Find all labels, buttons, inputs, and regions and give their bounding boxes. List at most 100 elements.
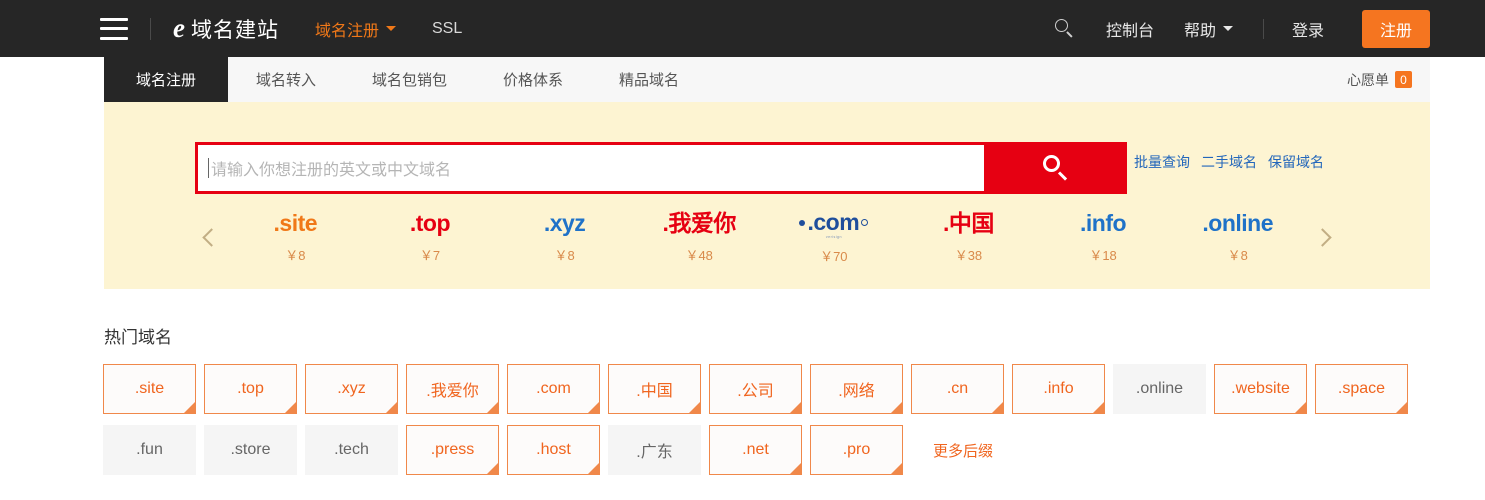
tld-slide-site[interactable]: .site ￥8 (247, 210, 343, 264)
hot-domains-title: 热门域名 (104, 328, 172, 347)
tld-chip-xyz[interactable]: .xyz (305, 364, 398, 414)
tld-chip-net[interactable]: .net (709, 425, 802, 475)
tld-slide-list: .site ￥8 .top ￥7 .xyz ￥8 .我爱你 ￥48 .com v… (228, 202, 1305, 272)
tld-chip-wangluo[interactable]: .网络 (810, 364, 903, 414)
nav-item-ssl[interactable]: SSL (432, 20, 462, 38)
login-label: 登录 (1291, 22, 1324, 40)
tld-price: ￥48 (685, 247, 713, 263)
search-submit-button[interactable] (984, 142, 1127, 194)
search-placeholder: 请输入你想注册的英文或中文域名 (211, 162, 452, 179)
header-divider (150, 17, 151, 40)
tld-name: .info (1080, 210, 1127, 237)
top-header: e 域名建站 域名注册 SSL 控制台 帮助 登录 注册 (0, 0, 1485, 57)
tld-price: ￥8 (554, 247, 575, 263)
text-cursor (208, 158, 209, 178)
domain-search-input[interactable]: 请输入你想注册的英文或中文域名 (195, 142, 984, 194)
domain-search-panel: 请输入你想注册的英文或中文域名 批量查询 二手域名 保留域名 .site ￥8 … (104, 102, 1430, 289)
tld-price: ￥38 (954, 247, 983, 263)
com-logo-icon: .com verisign (799, 209, 869, 239)
header-divider (1262, 18, 1264, 39)
tld-price: ￥7 (419, 247, 441, 263)
tld-price: ￥70 (820, 249, 848, 264)
tab-strip: 域名注册 域名转入 域名包销包 价格体系 精品域名 心愿单 0 (104, 57, 1430, 102)
tld-chip-cn[interactable]: .cn (911, 364, 1004, 414)
tld-name: .我爱你 (662, 210, 736, 237)
header-right-group: 控制台 帮助 登录 注册 (1054, 9, 1430, 48)
search-icon[interactable] (1054, 18, 1076, 40)
tld-chip-pro[interactable]: .pro (810, 425, 903, 475)
com-logo-tail (861, 219, 869, 226)
login-link[interactable]: 登录 (1292, 17, 1324, 41)
tld-slide-online[interactable]: .online ￥8 (1190, 210, 1286, 264)
tld-name: .online (1202, 210, 1273, 237)
tld-chip-guangdong[interactable]: .广东 (608, 425, 701, 475)
com-logo-subtext: verisign (825, 234, 842, 239)
search-row: 请输入你想注册的英文或中文域名 (195, 142, 1127, 194)
used-domains-link[interactable]: 二手域名 (1201, 152, 1257, 172)
nav-item-domain-register[interactable]: 域名注册 (315, 17, 396, 41)
tld-slide-woaini[interactable]: .我爱你 ￥48 (651, 210, 747, 264)
console-link[interactable]: 控制台 (1106, 17, 1154, 41)
search-side-links: 批量查询 二手域名 保留域名 (1134, 152, 1324, 172)
tld-name: .site (273, 210, 318, 237)
console-label: 控制台 (1105, 22, 1154, 40)
hamburger-bar (100, 36, 128, 40)
tld-slide-china[interactable]: .中国 ￥38 (920, 210, 1016, 264)
tld-chip-info[interactable]: .info (1012, 364, 1105, 414)
hamburger-icon[interactable] (100, 17, 128, 40)
tld-slide-xyz[interactable]: .xyz ￥8 (517, 210, 613, 264)
tab-pricing[interactable]: 价格体系 (475, 57, 591, 102)
help-link[interactable]: 帮助 (1184, 17, 1233, 41)
hot-domains-chip-grid: .site .top .xyz .我爱你 .com .中国 .公司 .网络 .c… (103, 364, 1443, 475)
tld-chip-site[interactable]: .site (103, 364, 196, 414)
reserved-domains-link[interactable]: 保留域名 (1268, 152, 1324, 172)
more-suffixes-link[interactable]: 更多后缀 (933, 425, 993, 475)
tld-chip-online[interactable]: .online (1113, 364, 1206, 414)
tld-price-carousel: .site ￥8 .top ￥7 .xyz ￥8 .我爱你 ￥48 .com v… (194, 202, 1339, 272)
tld-chip-fun[interactable]: .fun (103, 425, 196, 475)
tld-chip-host[interactable]: .host (507, 425, 600, 475)
tld-chip-tech[interactable]: .tech (305, 425, 398, 475)
nav-label: 域名注册 (314, 22, 379, 40)
register-button[interactable]: 注册 (1361, 9, 1430, 48)
wishlist-count-badge: 0 (1395, 71, 1412, 88)
tld-chip-press[interactable]: .press (406, 425, 499, 475)
help-label: 帮助 (1183, 22, 1216, 40)
brand-logo[interactable]: e 域名建站 (173, 14, 279, 44)
tab-domain-transfer[interactable]: 域名转入 (228, 57, 344, 102)
tld-slide-top[interactable]: .top ￥7 (382, 210, 478, 264)
tld-chip-china[interactable]: .中国 (608, 364, 701, 414)
com-logo-dot (799, 219, 806, 226)
chevron-left-icon[interactable] (194, 214, 228, 260)
tld-chip-gongsi[interactable]: .公司 (709, 364, 802, 414)
tld-chip-store[interactable]: .store (204, 425, 297, 475)
tld-chip-website[interactable]: .website (1214, 364, 1307, 414)
tld-slide-com[interactable]: .com verisign ￥70 (786, 209, 882, 265)
tld-price: ￥18 (1089, 247, 1117, 263)
tab-domain-register[interactable]: 域名注册 (104, 57, 228, 102)
tld-slide-info[interactable]: .info ￥18 (1055, 210, 1151, 264)
tab-premium-domains[interactable]: 精品域名 (591, 57, 707, 102)
chevron-down-icon (1222, 26, 1233, 31)
tld-chip-top[interactable]: .top (204, 364, 297, 414)
tld-chip-com[interactable]: .com (507, 364, 600, 414)
wishlist-label: 心愿单 (1347, 71, 1389, 88)
search-icon (1042, 155, 1069, 181)
tab-domain-package[interactable]: 域名包销包 (344, 57, 475, 102)
tld-name: .top (409, 210, 451, 237)
chevron-right-icon[interactable] (1305, 214, 1339, 260)
hamburger-bar (100, 17, 128, 21)
chevron-down-icon (386, 26, 396, 31)
tld-name: .com (807, 209, 860, 235)
tld-chip-woaini[interactable]: .我爱你 (406, 364, 499, 414)
tld-price: ￥8 (1227, 247, 1248, 263)
hamburger-bar (100, 27, 128, 30)
nav-label: SSL (432, 19, 463, 37)
bulk-query-link[interactable]: 批量查询 (1134, 152, 1190, 172)
tld-price: ￥8 (285, 247, 306, 263)
tld-name: .xyz (543, 210, 586, 237)
tld-chip-space[interactable]: .space (1315, 364, 1408, 414)
wishlist-link[interactable]: 心愿单 0 (1347, 57, 1412, 102)
brand-name: 域名建站 (190, 18, 279, 42)
tld-name: .中国 (942, 210, 994, 237)
